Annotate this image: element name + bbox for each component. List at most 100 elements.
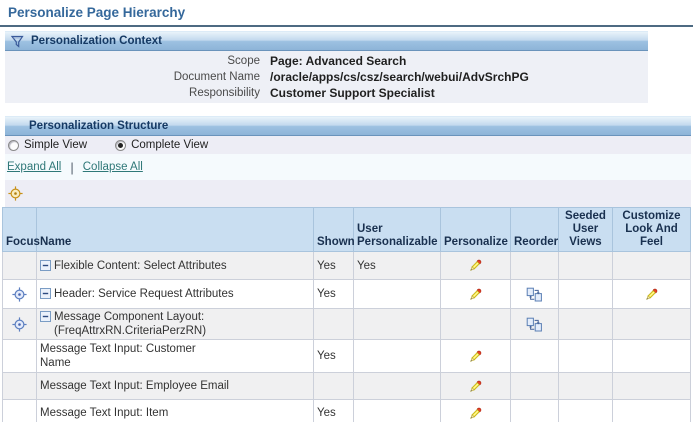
column-header-shown: Shown: [313, 207, 355, 252]
scope-value: Page: Advanced Search: [270, 54, 407, 68]
seeded-user-views-cell: [558, 308, 613, 340]
responsibility-value: Customer Support Specialist: [270, 86, 435, 100]
focus-cell: [2, 372, 37, 400]
seeded-user-views-cell: [558, 339, 613, 373]
personalize-cell: [440, 279, 511, 309]
name-cell: Flexible Content: Select Attributes: [36, 251, 314, 280]
pencil-icon[interactable]: [468, 406, 483, 421]
personalize-cell: [440, 251, 511, 280]
page-title: Personalize Page Hierarchy: [8, 5, 186, 20]
node-name: Message Text Input: Employee Email: [40, 380, 229, 392]
minus-box-icon[interactable]: [40, 259, 51, 271]
expand-collapse-links-row: Expand All | Collapse All: [5, 154, 691, 180]
node-name: Flexible Content: Select Attributes: [54, 259, 227, 272]
shown-cell: [313, 308, 354, 340]
user-personalizable-cell: [353, 339, 441, 373]
column-header-user-personalizable: User Personalizable: [353, 207, 441, 252]
personalize-cell: [440, 399, 511, 422]
focus-cell: [2, 339, 37, 373]
table-row: Message Component Layout: (FreqAttrxRN.C…: [2, 308, 691, 340]
seeded-user-views-cell: [558, 372, 613, 400]
minus-box-icon[interactable]: [40, 288, 51, 299]
complete-view-radio-label: Complete View: [131, 139, 209, 151]
pencil-icon[interactable]: [644, 287, 659, 302]
table-row: Flexible Content: Select Attributes Yes …: [2, 251, 691, 280]
name-cell: Message Component Layout: (FreqAttrxRN.C…: [36, 308, 314, 340]
simple-view-radio[interactable]: Simple View: [8, 139, 87, 151]
column-header-seeded-user-views: Seeded User Views: [558, 207, 613, 252]
customize-look-and-feel-cell: [612, 399, 691, 422]
reorder-cell: [510, 399, 559, 422]
context-field-document-name: Document Name /oracle/apps/cs/csz/search…: [5, 69, 648, 85]
radio-selected-dot: [118, 142, 124, 148]
personalization-structure-header-bar: Personalization Structure: [5, 116, 691, 136]
document-name-label: Document Name: [173, 71, 260, 83]
reorder-cell: [510, 339, 559, 373]
table-header-row: Focus Name Shown User Personalizable Per…: [2, 207, 691, 252]
personalization-context-header-title: Personalization Context: [31, 35, 162, 47]
reorder-cell: [510, 279, 559, 309]
customize-look-and-feel-cell: [612, 372, 691, 400]
shown-cell: Yes: [313, 339, 354, 373]
reorder-cell: [510, 308, 559, 340]
focus-cell: [2, 399, 37, 422]
name-cell: Message Text Input: Item: [36, 399, 314, 422]
title-divider: [0, 25, 693, 27]
name-cell: Message Text Input: Employee Email: [36, 372, 314, 400]
column-header-name: Name: [36, 207, 314, 252]
user-personalizable-cell: [353, 308, 441, 340]
complete-view-radio[interactable]: Complete View: [115, 139, 208, 151]
personalization-structure-table: Focus Name Shown User Personalizable Per…: [2, 207, 691, 422]
customize-look-and-feel-cell: [612, 279, 691, 309]
complete-view-radio-circle[interactable]: [115, 139, 127, 151]
gold-crosshair-icon: [8, 186, 23, 201]
pencil-icon[interactable]: [468, 287, 483, 302]
user-personalizable-cell: Yes: [353, 251, 441, 280]
node-name: Header: Service Request Attributes: [54, 288, 234, 300]
focus-cell: [2, 251, 37, 280]
links-separator: |: [70, 159, 74, 175]
crosshair-target-icon[interactable]: [12, 316, 27, 332]
column-header-customize-look-and-feel: Customize Look And Feel: [612, 207, 691, 252]
collapse-all-link[interactable]: Collapse All: [83, 161, 143, 173]
responsibility-label: Responsibility: [189, 87, 260, 99]
personalize-cell: [440, 308, 511, 340]
focus-indicator-row: [5, 180, 691, 207]
name-cell: Message Text Input: Customer Name: [36, 339, 314, 373]
customize-look-and-feel-cell: [612, 251, 691, 280]
pencil-icon[interactable]: [468, 379, 483, 394]
view-options-row: Simple View Complete View: [5, 136, 691, 154]
crosshair-target-icon[interactable]: [12, 286, 27, 302]
user-personalizable-cell: [353, 279, 441, 309]
focus-cell: [2, 308, 37, 340]
column-header-reorder: Reorder: [510, 207, 559, 252]
customize-look-and-feel-cell: [612, 339, 691, 373]
column-header-focus: Focus: [2, 207, 40, 252]
personalization-structure-header-title: Personalization Structure: [29, 120, 169, 132]
shown-cell: [313, 372, 354, 400]
personalize-cell: [440, 339, 511, 373]
expand-all-link[interactable]: Expand All: [7, 161, 61, 173]
pencil-icon[interactable]: [468, 349, 483, 364]
table-row: Message Text Input: Item Yes: [2, 399, 691, 422]
reorder-boxes-icon[interactable]: [526, 317, 543, 332]
node-name: Message Text Input: Customer Name: [40, 343, 196, 369]
personalization-context-body: Scope Page: Advanced Search Document Nam…: [5, 51, 648, 103]
user-personalizable-cell: [353, 399, 441, 422]
pencil-icon[interactable]: [468, 258, 483, 273]
table-row: Message Text Input: Employee Email: [2, 372, 691, 400]
personalization-context-section: Personalization Context Scope Page: Adva…: [5, 31, 648, 103]
minus-box-icon[interactable]: [40, 311, 51, 322]
personalization-structure-body: Simple View Complete View Expand All | C…: [2, 136, 691, 422]
shown-cell: Yes: [313, 399, 354, 422]
reorder-boxes-icon[interactable]: [526, 287, 543, 302]
simple-view-radio-circle[interactable]: [8, 139, 19, 151]
shown-cell: Yes: [313, 279, 354, 309]
filter-funnel-icon: [10, 34, 25, 49]
node-name: Message Text Input: Item: [40, 407, 169, 419]
table-row: Header: Service Request Attributes Yes: [2, 279, 691, 309]
seeded-user-views-cell: [558, 399, 613, 422]
scope-label: Scope: [227, 55, 260, 67]
node-name: Message Component Layout: (FreqAttrxRN.C…: [54, 311, 207, 337]
user-personalizable-cell: [353, 372, 441, 400]
